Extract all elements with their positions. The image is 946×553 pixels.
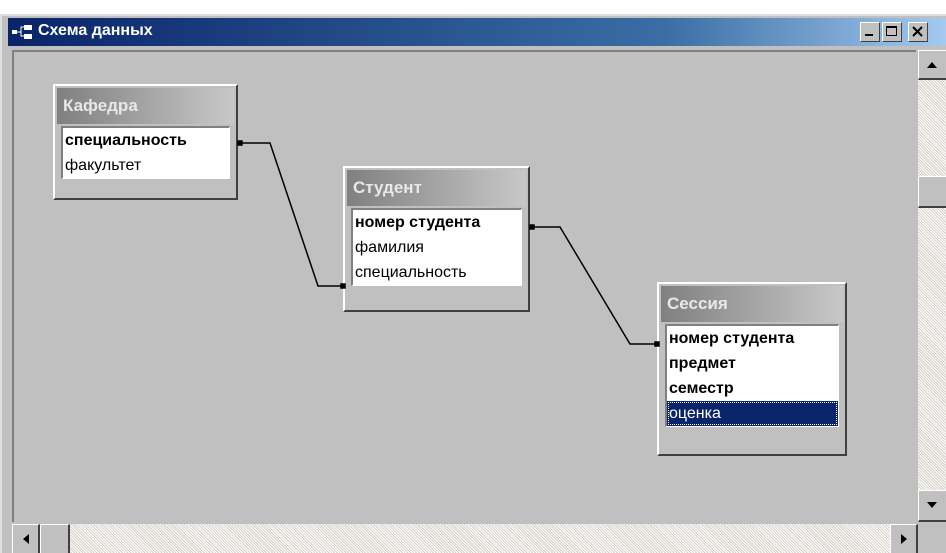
- field-item-selected[interactable]: оценка: [667, 401, 838, 426]
- arrow-down-icon: [927, 502, 937, 508]
- relationships-icon: [12, 25, 32, 39]
- field-item[interactable]: факультет: [63, 153, 229, 178]
- arrow-up-icon: [927, 62, 937, 68]
- maximize-icon: [886, 26, 897, 36]
- scroll-left-button[interactable]: [12, 524, 40, 553]
- field-list[interactable]: номер студента предмет семестр оценка: [665, 324, 839, 427]
- vertical-scroll-thumb[interactable]: [918, 176, 946, 208]
- table-student[interactable]: Студент номер студента фамилия специальн…: [343, 166, 530, 312]
- field-item[interactable]: семестр: [667, 376, 838, 401]
- field-item[interactable]: специальность: [353, 260, 521, 285]
- minimize-icon: [865, 34, 873, 36]
- field-item[interactable]: фамилия: [353, 235, 521, 260]
- close-icon: [912, 26, 923, 37]
- field-list[interactable]: номер студента фамилия специальность: [351, 208, 522, 286]
- vertical-scrollbar[interactable]: [918, 50, 946, 522]
- field-item[interactable]: номер студента: [667, 326, 838, 351]
- scroll-right-button[interactable]: [890, 524, 918, 553]
- horizontal-scrollbar[interactable]: [12, 524, 918, 553]
- minimize-button[interactable]: [860, 22, 880, 42]
- scroll-up-button[interactable]: [918, 50, 946, 80]
- close-button[interactable]: [908, 22, 928, 42]
- table-session[interactable]: Сессия номер студента предмет семестр оц…: [657, 282, 847, 456]
- table-title[interactable]: Сессия: [661, 286, 843, 322]
- scroll-down-button[interactable]: [918, 490, 946, 522]
- title-bar[interactable]: Схема данных: [8, 18, 946, 46]
- arrow-right-icon: [901, 534, 907, 544]
- window-title: Схема данных: [38, 22, 153, 39]
- field-list[interactable]: специальность факультет: [61, 126, 230, 179]
- maximize-button[interactable]: [882, 22, 902, 42]
- table-title[interactable]: Студент: [347, 170, 526, 206]
- field-item[interactable]: специальность: [63, 128, 229, 153]
- horizontal-scroll-thumb[interactable]: [40, 524, 70, 553]
- field-item[interactable]: номер студента: [353, 210, 521, 235]
- arrow-left-icon: [23, 534, 29, 544]
- table-title[interactable]: Кафедра: [57, 88, 234, 124]
- table-kafedra[interactable]: Кафедра специальность факультет: [53, 84, 238, 200]
- field-item[interactable]: предмет: [667, 351, 838, 376]
